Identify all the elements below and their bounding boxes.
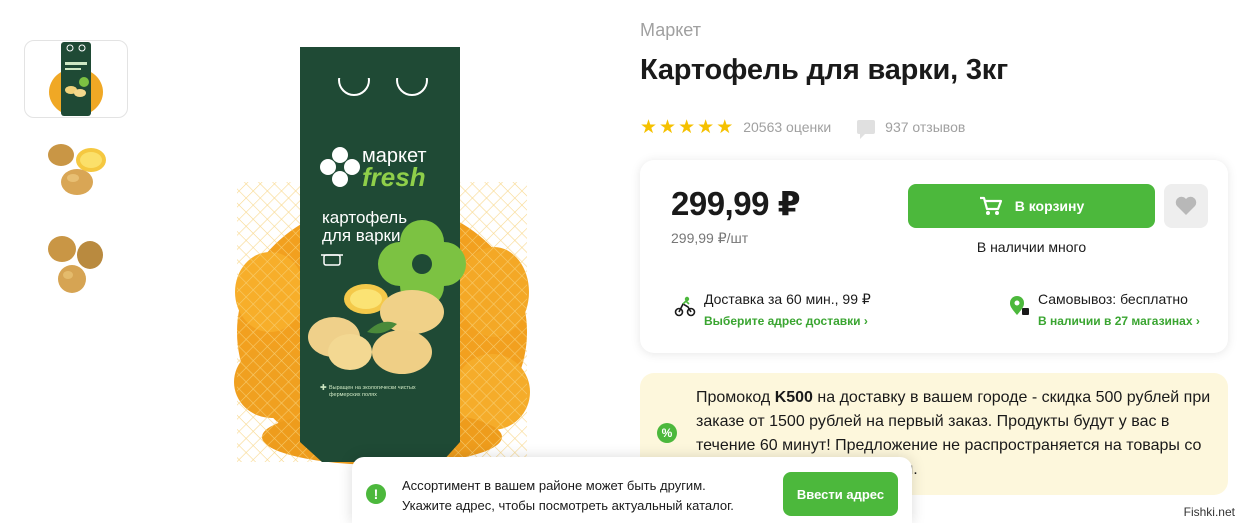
choose-address-label: Выберите адрес доставки	[704, 314, 861, 328]
add-to-cart-button[interactable]: В корзину	[908, 184, 1155, 228]
stock-status: В наличии много	[976, 239, 1087, 255]
stores-availability-label: В наличии в 27 магазинах	[1038, 314, 1193, 328]
package-product-line1: картофель	[322, 208, 407, 227]
pickup-pin-icon	[1010, 296, 1029, 315]
stores-availability-link[interactable]: В наличии в 27 магазинах ›	[1038, 314, 1200, 328]
address-toast: ! Ассортимент в вашем районе может быть …	[352, 457, 912, 523]
package-footnote-line2: фермерских полях	[329, 392, 377, 398]
svg-text:✚: ✚	[320, 383, 327, 392]
watermark: Fishki.net	[1183, 505, 1235, 519]
package-product-line2: для варки	[322, 226, 400, 245]
pickup-option[interactable]: Самовывоз: бесплатно В наличии в 27 мага…	[1008, 291, 1200, 328]
star-icon: ★	[697, 116, 715, 138]
promo-code: K500	[774, 389, 813, 406]
alert-icon: !	[366, 484, 386, 504]
package-footnote-line1: Выращен на экологически чистых	[329, 385, 416, 391]
enter-address-button[interactable]: Ввести адрес	[783, 472, 898, 516]
star-icon: ★	[640, 116, 658, 138]
chevron-right-icon: ›	[1195, 314, 1200, 328]
product-title: Картофель для варки, 3кг	[640, 54, 1008, 86]
buy-card: 299,99 ₽ 299,99 ₽/шт В корзину В наличии…	[640, 160, 1228, 353]
cart-icon	[979, 196, 1002, 215]
pickup-title: Самовывоз: бесплатно	[1038, 291, 1188, 307]
toast-line2: Укажите адрес, чтобы посмотреть актуальн…	[402, 498, 734, 513]
rating-row: ★ ★ ★ ★ ★ 20563 оценки 937 отзывов	[640, 117, 965, 139]
add-to-cart-label: В корзину	[1014, 198, 1085, 214]
star-icon: ★	[678, 116, 696, 138]
choose-address-link[interactable]: Выберите адрес доставки ›	[704, 314, 871, 328]
breadcrumb[interactable]: Маркет	[640, 20, 701, 41]
unit-price: 299,99 ₽/шт	[671, 230, 749, 246]
thumbnail-potatoes-cut[interactable]	[24, 132, 128, 210]
ratings-count[interactable]: 20563 оценки	[743, 119, 831, 135]
delivery-title: Доставка за 60 мин., 99 ₽	[704, 291, 871, 307]
heart-icon	[1175, 196, 1197, 215]
star-icon: ★	[659, 116, 677, 138]
toast-line1: Ассортимент в вашем районе может быть др…	[402, 478, 706, 493]
thumbnail-potatoes-whole[interactable]	[24, 226, 128, 304]
rating-stars[interactable]: ★ ★ ★ ★ ★	[640, 118, 733, 137]
thumbnail-package[interactable]	[24, 40, 128, 118]
comment-icon	[857, 120, 876, 139]
percent-icon: %	[657, 423, 677, 443]
promo-text-before: Промокод	[696, 389, 775, 406]
reviews-count[interactable]: 937 отзывов	[885, 119, 965, 135]
thumbnail-list	[24, 40, 128, 320]
star-icon: ★	[716, 116, 734, 138]
price: 299,99 ₽	[671, 185, 801, 222]
package-brand-bottom: fresh	[362, 162, 426, 192]
favorite-button[interactable]	[1164, 184, 1208, 228]
chevron-right-icon: ›	[863, 314, 868, 328]
delivery-option[interactable]: Доставка за 60 мин., 99 ₽ Выберите адрес…	[674, 291, 871, 328]
toast-message: Ассортимент в вашем районе может быть др…	[402, 476, 734, 516]
courier-bike-icon	[674, 296, 696, 317]
product-image: маркет fresh картофель для варки Выращен…	[232, 42, 532, 467]
